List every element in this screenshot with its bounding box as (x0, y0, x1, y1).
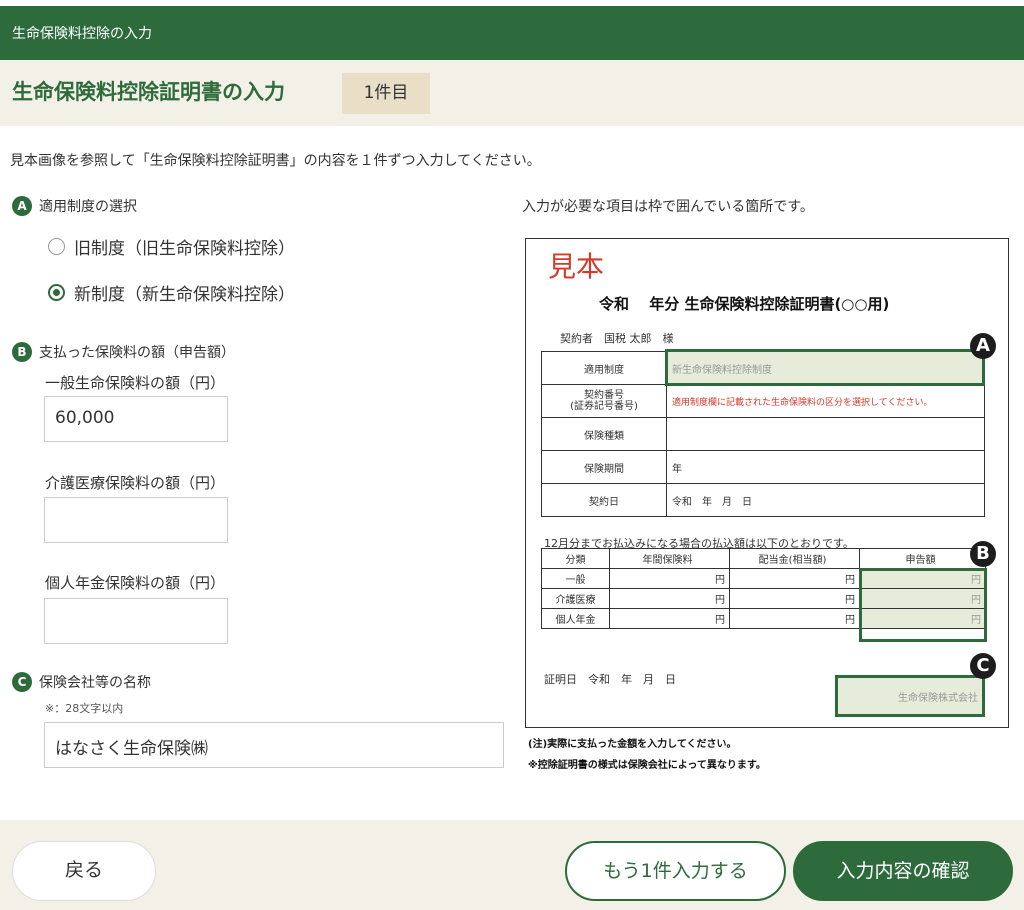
pay-annual-pension: 円 (609, 608, 730, 629)
sample-note-2: ※控除証明書の様式は保険会社によって異なります。 (528, 760, 766, 771)
pay-cat-pension: 個人年金 (541, 608, 610, 629)
sample-caption: 入力が必要な項目は枠で囲んでいる箇所です。 (522, 199, 814, 215)
char-limit-note: ※：28文字以内 (45, 702, 124, 715)
certificate-title: 令和 年分 生命保険料控除証明書(○○用) (599, 295, 890, 313)
marker-b-badge: B (970, 541, 996, 567)
footer-bar: 戻る もう1件入力する 入力内容の確認 (0, 820, 1024, 910)
page-title: 生命保険料控除証明書の入力 (12, 80, 285, 104)
row-type-value (666, 417, 985, 451)
confirm-button[interactable]: 入力内容の確認 (793, 841, 1013, 901)
pay-dividend-pension: 円 (729, 608, 860, 629)
marker-c-icon: C (12, 672, 32, 692)
pay-annual-general: 円 (609, 568, 730, 589)
radio-old-label: 旧制度（旧生命保険料控除） (74, 239, 295, 259)
pay-header-dividend: 配当金(相当額) (729, 548, 860, 569)
radio-old-icon[interactable] (48, 238, 65, 255)
add-another-button[interactable]: もう1件入力する (565, 841, 786, 901)
row-contract-no-label: 契約番号 (証券記号番号) (541, 384, 667, 418)
general-premium-input[interactable]: 60,000 (44, 396, 228, 442)
pay-header-cat: 分類 (541, 548, 610, 569)
sample-stamp: 見本 (548, 250, 605, 283)
highlight-box-b (859, 568, 987, 642)
section-c-title: 保険会社等の名称 (39, 675, 151, 691)
intro-text: 見本画像を参照して「生命保険料控除証明書」の内容を１件ずつ入力してください。 (10, 153, 541, 169)
contract-holder: 契約者 国税 太郎 様 (560, 332, 674, 345)
marker-a-badge: A (970, 333, 996, 359)
sample-certificate: 見本 令和 年分 生命保険料控除証明書(○○用) 契約者 国税 太郎 様 適用制… (525, 238, 1009, 728)
care-premium-label: 介護医療保険料の額（円） (45, 474, 226, 492)
row-period-label: 保険期間 (541, 450, 667, 484)
certification-date: 証明日 令和 年 月 日 (544, 673, 676, 686)
marker-c-badge: C (970, 653, 996, 679)
radio-old-system[interactable]: 旧制度（旧生命保険料控除） (48, 234, 295, 259)
row-type-label: 保険種類 (541, 417, 667, 451)
marker-b-icon: B (12, 342, 32, 362)
section-c-heading: C 保険会社等の名称 (12, 672, 151, 692)
care-premium-input[interactable] (44, 497, 228, 543)
pension-premium-label: 個人年金保険料の額（円） (45, 574, 226, 592)
pay-header-annual: 年間保険料 (609, 548, 730, 569)
row-contract-no-value: 適用制度欄に記載された生命保険料の区分を選択してください。 (666, 384, 985, 418)
radio-new-label: 新制度（新生命保険料控除） (74, 285, 295, 305)
row-date-value: 令和 年 月 日 (666, 483, 985, 517)
pay-annual-care: 円 (609, 588, 730, 609)
section-a-heading: A 適用制度の選択 (12, 196, 137, 216)
pay-dividend-care: 円 (729, 588, 860, 609)
highlight-box-a (665, 349, 985, 386)
row-system-label: 適用制度 (541, 351, 667, 385)
back-button[interactable]: 戻る (12, 841, 156, 901)
marker-a-icon: A (12, 196, 32, 216)
section-b-heading: B 支払った保険料の額（申告額） (12, 342, 235, 362)
radio-new-icon[interactable] (48, 284, 65, 301)
count-badge: 1件目 (342, 73, 430, 114)
pay-dividend-general: 円 (729, 568, 860, 589)
row-date-label: 契約日 (541, 483, 667, 517)
radio-new-system[interactable]: 新制度（新生命保険料控除） (48, 280, 295, 305)
pay-header-declared: 申告額 (859, 548, 986, 569)
pension-premium-input[interactable] (44, 598, 228, 644)
breadcrumb: 生命保険料控除の入力 (0, 6, 1024, 60)
row-period-value: 年 (666, 450, 985, 484)
sample-note-1: (注)実際に支払った金額を入力してください。 (528, 739, 737, 750)
company-name-input[interactable]: はなさく生命保険㈱ (44, 722, 504, 768)
sample-company-box: 生命保険株式会社 (835, 675, 985, 717)
pay-cat-care: 介護医療 (541, 588, 610, 609)
title-bar: 生命保険料控除証明書の入力 1件目 (0, 60, 1024, 126)
general-premium-label: 一般生命保険料の額（円） (45, 374, 226, 392)
section-b-title: 支払った保険料の額（申告額） (39, 345, 235, 361)
section-a-title: 適用制度の選択 (39, 199, 137, 215)
pay-cat-general: 一般 (541, 568, 610, 589)
